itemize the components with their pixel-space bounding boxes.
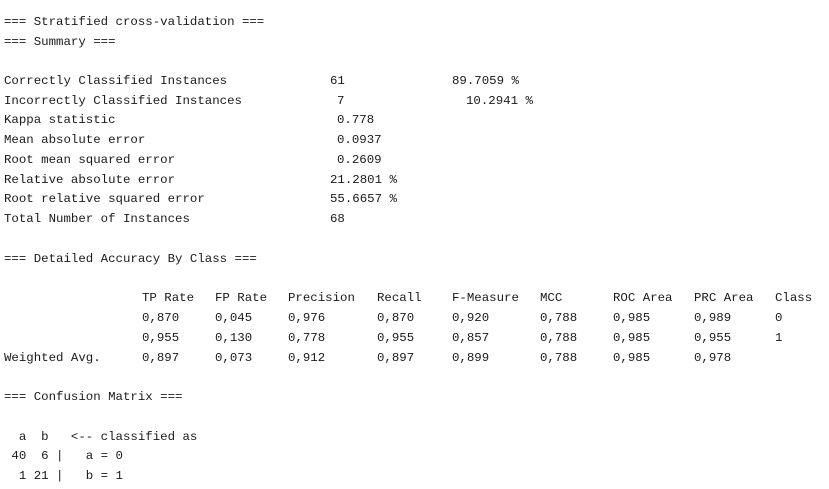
incorrect-label: Incorrectly Classified Instances — [4, 94, 242, 108]
accuracy-cell: 0,985 — [613, 351, 651, 365]
accuracy-cell: 0,985 — [613, 311, 651, 325]
incorrect-value: 7 — [337, 94, 345, 108]
incorrect-percent: 10.2941 % — [466, 94, 533, 108]
accuracy-column-header: Recall — [377, 291, 422, 305]
accuracy-cell: 0,857 — [452, 331, 490, 345]
accuracy-cell: 0,955 — [694, 331, 732, 345]
accuracy-column-header: Precision — [288, 291, 355, 305]
rrse-value: 55.6657 % — [330, 192, 397, 206]
confusion-matrix-header: === Confusion Matrix === — [4, 390, 183, 404]
accuracy-cell: 0,897 — [142, 351, 180, 365]
accuracy-column-header: PRC Area — [694, 291, 754, 305]
rmse-value: 0.2609 — [337, 153, 382, 167]
accuracy-cell: 0,899 — [452, 351, 490, 365]
accuracy-cell: 0,778 — [288, 331, 326, 345]
correct-label: Correctly Classified Instances — [4, 74, 228, 88]
accuracy-cell: 0,955 — [142, 331, 180, 345]
accuracy-column-header: FP Rate — [215, 291, 268, 305]
mae-value: 0.0937 — [337, 133, 382, 147]
summary-header: === Summary === — [4, 35, 116, 49]
accuracy-cell: 0,912 — [288, 351, 326, 365]
confusion-matrix-row: 40 6 | a = 0 — [4, 449, 123, 463]
classifier-output-panel: === Stratified cross-validation === === … — [0, 0, 829, 489]
confusion-matrix-col-header: a b <-- classified as — [4, 430, 198, 444]
accuracy-cell: 0,976 — [288, 311, 326, 325]
total-instances-value: 68 — [330, 212, 345, 226]
accuracy-column-header: TP Rate — [142, 291, 195, 305]
detailed-accuracy-header: === Detailed Accuracy By Class === — [4, 252, 257, 266]
correct-percent: 89.7059 % — [452, 74, 519, 88]
accuracy-cell: 0,920 — [452, 311, 490, 325]
accuracy-cell: 1 — [775, 331, 783, 345]
rae-label: Relative absolute error — [4, 173, 176, 187]
accuracy-column-header: F-Measure — [452, 291, 519, 305]
accuracy-cell: 0,045 — [215, 311, 253, 325]
rae-value: 21.2801 % — [330, 173, 397, 187]
weighted-avg-label: Weighted Avg. — [4, 351, 101, 365]
accuracy-cell: 0,978 — [694, 351, 732, 365]
accuracy-cell: 0,788 — [540, 331, 578, 345]
mae-label: Mean absolute error — [4, 133, 146, 147]
accuracy-cell: 0,870 — [142, 311, 180, 325]
accuracy-cell: 0,897 — [377, 351, 415, 365]
accuracy-column-header: Class — [775, 291, 813, 305]
kappa-label: Kappa statistic — [4, 113, 116, 127]
confusion-matrix-row: 1 21 | b = 1 — [4, 469, 123, 483]
kappa-value: 0.778 — [337, 113, 375, 127]
total-instances-label: Total Number of Instances — [4, 212, 190, 226]
accuracy-cell: 0,955 — [377, 331, 415, 345]
accuracy-column-header: MCC — [540, 291, 563, 305]
accuracy-cell: 0,788 — [540, 311, 578, 325]
accuracy-column-header: ROC Area — [613, 291, 673, 305]
accuracy-cell: 0,788 — [540, 351, 578, 365]
stratified-cv-header: === Stratified cross-validation === — [4, 15, 265, 29]
rmse-label: Root mean squared error — [4, 153, 176, 167]
accuracy-cell: 0,130 — [215, 331, 253, 345]
rrse-label: Root relative squared error — [4, 192, 205, 206]
accuracy-cell: 0 — [775, 311, 783, 325]
accuracy-cell: 0,985 — [613, 331, 651, 345]
accuracy-cell: 0,989 — [694, 311, 732, 325]
accuracy-cell: 0,073 — [215, 351, 253, 365]
correct-value: 61 — [330, 74, 345, 88]
accuracy-cell: 0,870 — [377, 311, 415, 325]
